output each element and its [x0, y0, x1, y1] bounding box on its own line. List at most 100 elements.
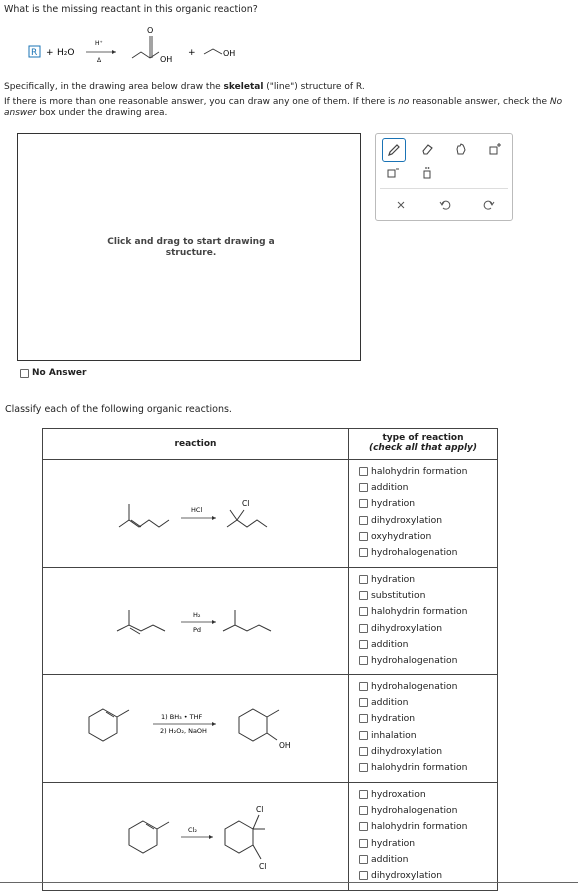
- product-ring: [224, 820, 254, 854]
- product-oh-label: OH: [279, 741, 291, 750]
- option-item[interactable]: addition: [349, 851, 497, 867]
- redo-button[interactable]: [478, 194, 500, 216]
- eraser-icon: [422, 144, 433, 155]
- arrowhead: [212, 722, 216, 726]
- drawing-toolbar: [375, 133, 513, 221]
- no-answer-option[interactable]: No Answer: [20, 368, 86, 378]
- pencil-tool-button[interactable]: [382, 138, 406, 162]
- option-checkbox[interactable]: [359, 574, 368, 584]
- catalyst-label: H⁺: [95, 40, 103, 47]
- reagent-label: Cl₂: [188, 826, 197, 834]
- product-cl-bond-top: [252, 814, 260, 830]
- reaction-scheme: HCl Cl: [118, 499, 268, 528]
- option-checkbox[interactable]: [359, 714, 368, 724]
- option-item[interactable]: oxyhydration: [349, 528, 497, 544]
- option-item[interactable]: hydration: [349, 496, 497, 512]
- option-item[interactable]: inhalation: [349, 727, 497, 743]
- reaction-cell: Cl₂ Cl Cl: [42, 782, 349, 891]
- reactant-alkene-skeleton: [118, 519, 170, 528]
- arrowhead: [212, 516, 216, 520]
- reagent-label: HCl: [191, 506, 202, 514]
- type-header: type of reaction (check all that apply): [348, 428, 498, 460]
- option-checkbox[interactable]: [359, 515, 368, 525]
- table-row: H₂ Pd hydration substitution halohydrin …: [42, 567, 498, 675]
- option-checkbox[interactable]: [359, 763, 368, 773]
- hand-icon: [456, 143, 466, 155]
- option-item[interactable]: hydrohalogenation: [349, 678, 497, 694]
- option-checkbox[interactable]: [359, 789, 368, 799]
- option-item[interactable]: dihydroxylation: [349, 620, 497, 636]
- option-item[interactable]: hydroxation: [349, 786, 497, 802]
- option-checkbox[interactable]: [359, 681, 368, 691]
- charge-icon: [387, 168, 399, 178]
- close-icon: [397, 201, 405, 209]
- option-item[interactable]: dihydroxylation: [349, 512, 497, 528]
- hand-tool-button[interactable]: [450, 138, 472, 160]
- methyl-branch: [116, 709, 130, 718]
- option-checkbox[interactable]: [359, 639, 368, 649]
- option-item[interactable]: substitution: [349, 587, 497, 603]
- option-checkbox[interactable]: [359, 656, 368, 666]
- option-item[interactable]: hydrohalogenation: [349, 544, 497, 560]
- option-checkbox[interactable]: [359, 838, 368, 848]
- option-item[interactable]: halohydrin formation: [349, 604, 497, 620]
- no-answer-label: No Answer: [32, 368, 87, 378]
- option-checkbox[interactable]: [359, 607, 368, 617]
- arrowhead: [112, 50, 116, 54]
- type-options: halohydrin formation addition hydration …: [348, 459, 498, 568]
- alcohol-skeleton: [203, 48, 223, 55]
- option-checkbox[interactable]: [359, 730, 368, 740]
- option-item[interactable]: hydration: [349, 571, 497, 587]
- option-item[interactable]: halohydrin formation: [349, 463, 497, 479]
- option-checkbox[interactable]: [359, 805, 368, 815]
- no-answer-checkbox[interactable]: [20, 368, 29, 378]
- option-checkbox[interactable]: [359, 466, 368, 476]
- arrowhead: [212, 620, 216, 624]
- option-item[interactable]: halohydrin formation: [349, 819, 497, 835]
- clear-button[interactable]: [390, 194, 412, 216]
- product-skeleton: [226, 519, 268, 528]
- option-item[interactable]: hydrohalogenation: [349, 652, 497, 668]
- option-checkbox[interactable]: [359, 746, 368, 756]
- option-item[interactable]: hydration: [349, 835, 497, 851]
- product-skeleton: [222, 624, 272, 632]
- option-checkbox[interactable]: [359, 548, 368, 558]
- option-checkbox[interactable]: [359, 499, 368, 509]
- type-options: hydrohalogenation addition hydration inh…: [348, 674, 498, 783]
- drawing-canvas[interactable]: Click and drag to start drawing a struct…: [17, 133, 361, 361]
- option-checkbox[interactable]: [359, 871, 368, 881]
- option-item[interactable]: addition: [349, 479, 497, 495]
- charge-tool-button[interactable]: [382, 162, 404, 184]
- reaction-header: reaction: [42, 428, 349, 460]
- undo-button[interactable]: [434, 194, 456, 216]
- option-item[interactable]: addition: [349, 636, 497, 652]
- eraser-tool-button[interactable]: [416, 138, 438, 160]
- option-checkbox[interactable]: [359, 854, 368, 864]
- option-checkbox[interactable]: [359, 822, 368, 832]
- instruction-ifmore: If there is more than one reasonable ans…: [4, 97, 563, 118]
- plus-sign-2: +: [188, 48, 196, 58]
- pencil-icon: [388, 144, 400, 156]
- product-cl-bond-bottom: [252, 844, 262, 860]
- option-item[interactable]: halohydrin formation: [349, 759, 497, 775]
- option-checkbox[interactable]: [359, 697, 368, 707]
- option-checkbox[interactable]: [359, 531, 368, 541]
- lone-pair-tool-button[interactable]: [416, 162, 438, 184]
- option-checkbox[interactable]: [359, 623, 368, 633]
- option-item[interactable]: hydration: [349, 711, 497, 727]
- reaction-cell: HCl Cl: [42, 459, 349, 568]
- option-item[interactable]: hydrohalogenation: [349, 802, 497, 818]
- option-item[interactable]: addition: [349, 694, 497, 710]
- add-template-button[interactable]: [484, 138, 506, 160]
- double-bond: [129, 627, 141, 635]
- option-checkbox[interactable]: [359, 482, 368, 492]
- lone-pair-icon: [423, 167, 431, 179]
- type-options: hydroxation hydrohalogenation halohydrin…: [348, 782, 498, 891]
- redo-icon: [483, 200, 495, 210]
- plus-sign: +: [46, 48, 54, 58]
- option-checkbox[interactable]: [359, 590, 368, 600]
- question-1-text: What is the missing reactant in this org…: [4, 4, 258, 15]
- methyl-branch: [156, 821, 170, 830]
- water-formula: H₂O: [57, 48, 74, 58]
- option-item[interactable]: dihydroxylation: [349, 743, 497, 759]
